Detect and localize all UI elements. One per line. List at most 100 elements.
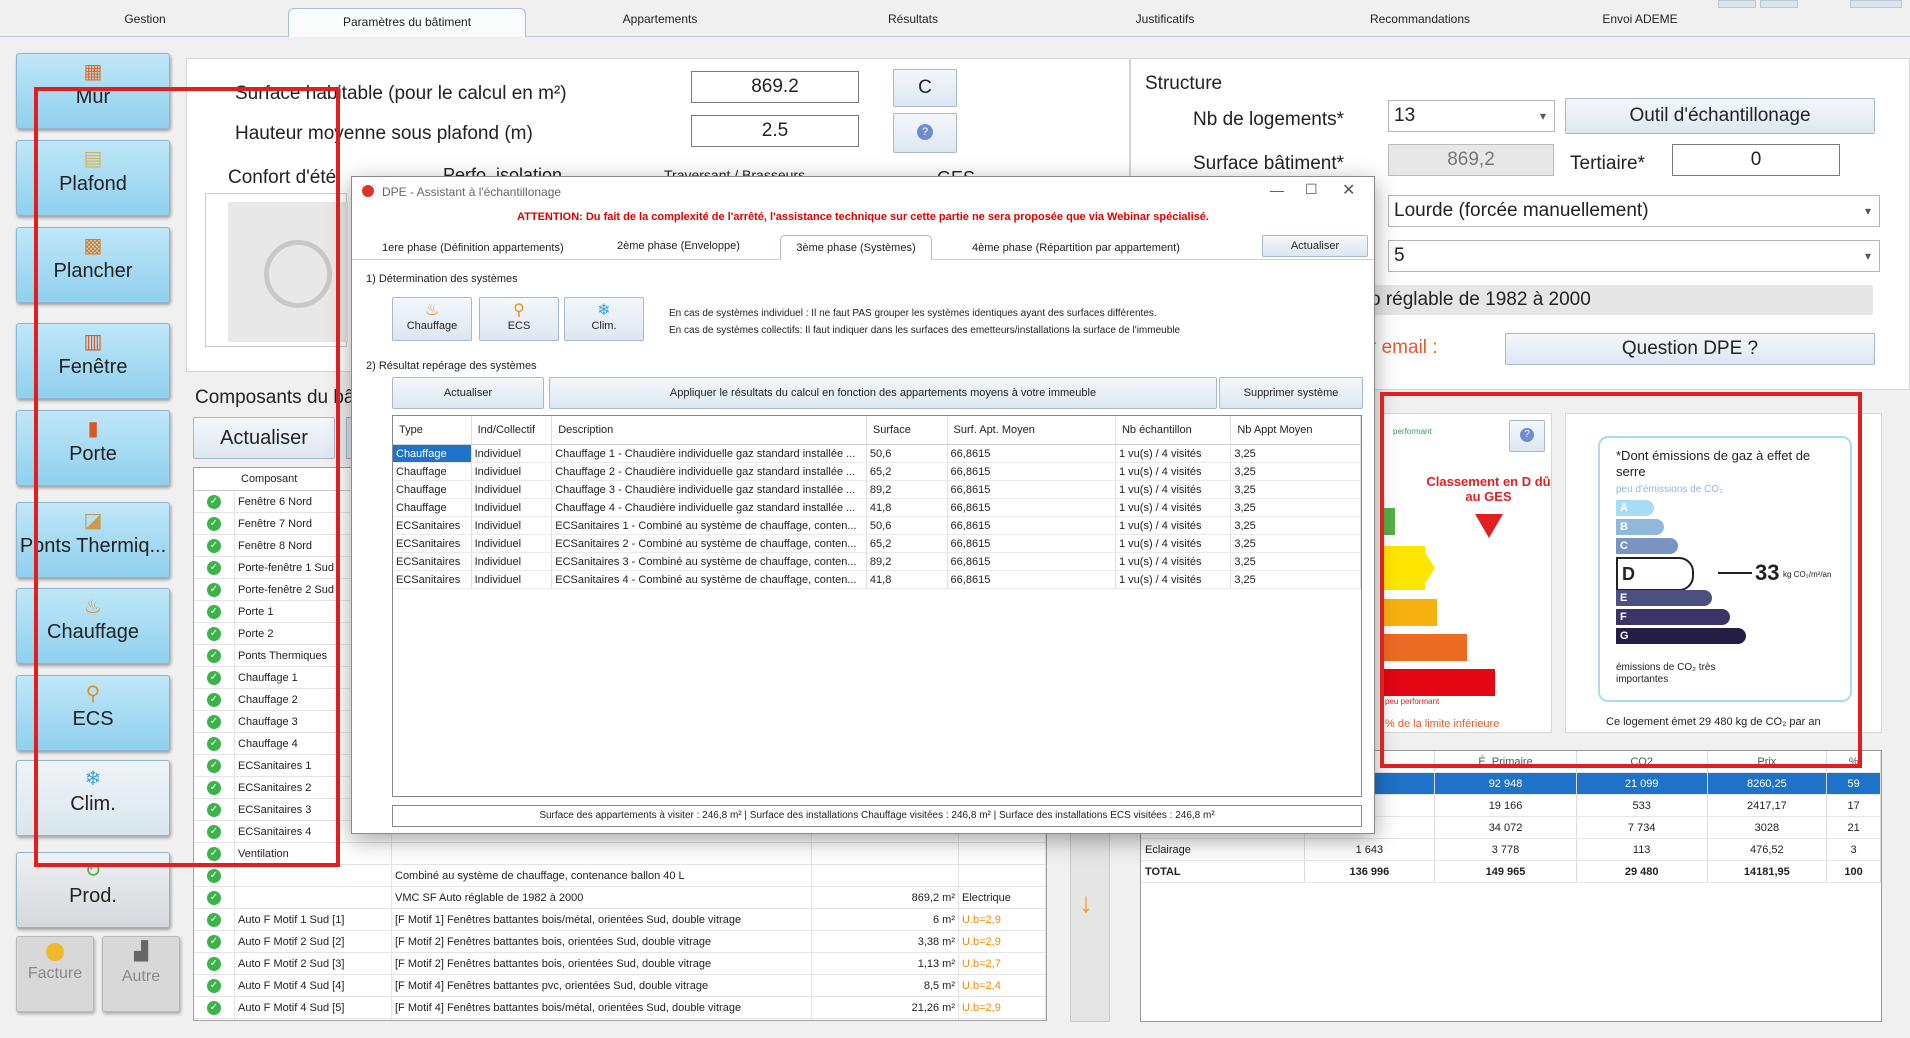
energy-help-button[interactable]: ?: [1509, 420, 1545, 452]
systems-row[interactable]: ECSanitaires Individuel ECSanitaires 1 - C…: [393, 516, 1361, 535]
prod-button[interactable]: ↻ Prod.: [16, 852, 170, 928]
energy-row[interactable]: TOTAL 136 996 149 965 29 480 14181,95 100: [1141, 860, 1881, 883]
energy-bar-d-arrow: [1421, 546, 1435, 590]
ecs-button[interactable]: ⚲ ECS: [16, 675, 170, 751]
chevron-down-icon: ▾: [1864, 204, 1871, 218]
note-individuel: En cas de systèmes individuel : Il ne fa…: [669, 308, 1157, 319]
nb-logements-select[interactable]: 13 ▾: [1388, 100, 1555, 132]
mur-button[interactable]: ▦ Mur: [16, 53, 170, 129]
minimize-icon[interactable]: —: [1270, 182, 1284, 198]
ges-bar-f: F: [1616, 609, 1730, 625]
systems-row[interactable]: Chauffage Individuel Chauffage 4 - Chaudiè…: [393, 498, 1361, 517]
tab-scroll-left[interactable]: [1718, 0, 1756, 8]
systems-grid: Type Ind/Collectif Description Surface Surf.…: [392, 415, 1362, 797]
dialog-tab-phase2[interactable]: 2ème phase (Enveloppe): [617, 240, 740, 252]
systems-row[interactable]: Chauffage Individuel Chauffage 3 - Chaudiè…: [393, 480, 1361, 499]
systems-row[interactable]: ECSanitaires Individuel ECSanitaires 2 - C…: [393, 534, 1361, 553]
help-button[interactable]: ?: [893, 113, 957, 153]
floor-icon: ▩: [83, 235, 103, 257]
ges-title: *Dont émissions de gaz à effet de serre: [1616, 448, 1811, 479]
question-dpe-button[interactable]: Question DPE ?: [1505, 333, 1875, 365]
dialog-clim-button[interactable]: ❄ Clim.: [564, 297, 644, 341]
tab-appartements[interactable]: Appartements: [600, 12, 720, 26]
porte-button[interactable]: ▮ Porte: [16, 410, 170, 486]
dialog-tab-phase1[interactable]: 1ere phase (Définition appartements): [382, 242, 564, 254]
outil-echantillonage-button[interactable]: Outil d'échantillonage: [1565, 98, 1875, 134]
tab-envoi-ademe[interactable]: Envoi ADEME: [1590, 12, 1690, 26]
tertiaire-input[interactable]: 0: [1672, 144, 1840, 176]
table-row[interactable]: ✓ Combiné au système de chauffage, conten…: [194, 864, 1046, 887]
chauffage-button[interactable]: ♨ Chauffage: [16, 588, 170, 664]
table-row[interactable]: ✓Auto F Motif 1 Est [6][F Motif 1] Fenêt…: [194, 1018, 1046, 1020]
close-icon[interactable]: ✕: [1342, 180, 1355, 200]
check-icon: ✓: [207, 494, 221, 509]
table-row[interactable]: ✓ Auto F Motif 2 Sud [2] [F Motif 2] Fenêt…: [194, 930, 1046, 953]
thermal-bridge-icon: ◪: [83, 510, 103, 532]
tab-justificatifs[interactable]: Justificatifs: [1120, 12, 1210, 26]
ges-label-panel: *Dont émissions de gaz à effet de serre …: [1565, 413, 1882, 733]
heater-icon: ♨: [84, 596, 102, 618]
table-row[interactable]: ✓ Auto F Motif 4 Sud [5] [F Motif 4] Fenêt…: [194, 996, 1046, 1019]
check-icon: ✓: [207, 956, 221, 971]
autre-button[interactable]: ▟ Autre: [102, 936, 180, 1012]
down-triangle-icon: [1475, 514, 1503, 538]
check-icon: ✓: [207, 1000, 221, 1015]
production-icon: ↻: [84, 860, 102, 882]
inertie-select[interactable]: Lourde (forcée manuellement) ▾: [1388, 195, 1880, 227]
check-icon: ✓: [207, 824, 221, 839]
faucet-icon: ⚲: [85, 683, 101, 705]
energy-row[interactable]: Eclairage 1 643 3 778 113 476,52 3: [1141, 838, 1881, 861]
check-icon: ✓: [207, 692, 221, 707]
surface-habitable-input[interactable]: 869.2: [691, 71, 859, 103]
recalculate-c-button[interactable]: C: [893, 69, 957, 107]
dialog-chauffage-button[interactable]: ♨ Chauffage: [392, 297, 472, 341]
app-logo-icon: [362, 185, 374, 197]
plafond-button[interactable]: ▤ Plafond: [16, 140, 170, 216]
clim-button[interactable]: ❄ Clim.: [16, 760, 170, 836]
tab-resultats[interactable]: Résultats: [868, 12, 958, 26]
check-icon: ✓: [207, 802, 221, 817]
wall-icon: ▦: [83, 61, 103, 83]
supprimer-systeme-button[interactable]: Supprimer système: [1219, 377, 1363, 409]
check-icon: ✓: [207, 714, 221, 729]
systems-row[interactable]: ECSanitaires Individuel ECSanitaires 4 - C…: [393, 570, 1361, 589]
hauteur-input[interactable]: 2.5: [691, 115, 859, 147]
dialog-actualiser-button[interactable]: Actualiser: [392, 377, 544, 409]
tab-scroll-right[interactable]: [1850, 0, 1902, 8]
fenetre-button[interactable]: ▥ Fenêtre: [16, 323, 170, 399]
composants-actualiser-button[interactable]: Actualiser: [193, 417, 335, 459]
hauteur-label: Hauteur moyenne sous plafond (m): [235, 123, 533, 144]
plancher-button[interactable]: ▩ Plancher: [16, 227, 170, 303]
table-row[interactable]: ✓ Auto F Motif 2 Sud [3] [F Motif 2] Fenêt…: [194, 952, 1046, 975]
facture-button[interactable]: Facture: [16, 936, 94, 1012]
table-row[interactable]: ✓ VMC SF Auto réglable de 1982 à 2000 869,…: [194, 886, 1046, 909]
check-icon: ✓: [207, 934, 221, 949]
check-icon: ✓: [207, 648, 221, 663]
table-row[interactable]: ✓ Auto F Motif 4 Sud [4] [F Motif 4] Fenêt…: [194, 974, 1046, 997]
faucet-icon: ⚲: [513, 302, 525, 319]
composant-name: Ventilation: [234, 842, 392, 865]
systems-row[interactable]: Chauffage Individuel Chauffage 2 - Chaudiè…: [393, 462, 1361, 481]
down-arrow-icon[interactable]: ↓: [1079, 887, 1093, 919]
ges-pointer-line: [1718, 572, 1752, 574]
dialog-ecs-button[interactable]: ⚲ ECS: [479, 297, 559, 341]
appliquer-resultats-button[interactable]: Appliquer le résultats du calcul en fonc…: [549, 377, 1217, 409]
tab-parametres-batiment[interactable]: Paramètres du bâtiment: [288, 8, 526, 37]
dialog-tab-phase3[interactable]: 3ème phase (Systèmes): [780, 235, 932, 260]
dialog-tab-phase4[interactable]: 4ème phase (Répartition par appartement): [972, 242, 1180, 254]
table-row[interactable]: ✓ Ventilation: [194, 842, 1046, 865]
confort-box: [205, 193, 348, 347]
systems-row[interactable]: ECSanitaires Individuel ECSanitaires 3 - C…: [393, 552, 1361, 571]
check-icon: ✓: [207, 670, 221, 685]
coin-icon: [46, 943, 64, 961]
systems-row[interactable]: Chauffage Individuel Chauffage 1 - Chaudiè…: [393, 444, 1361, 463]
structure-select-2[interactable]: 5 ▾: [1388, 240, 1880, 272]
table-row[interactable]: ✓ Auto F Motif 1 Sud [1] [F Motif 1] Fenêt…: [194, 908, 1046, 931]
maximize-icon[interactable]: ☐: [1305, 181, 1318, 198]
tab-recommandations[interactable]: Recommandations: [1360, 12, 1480, 26]
check-icon: ✓: [207, 736, 221, 751]
tab-scroll-mid[interactable]: [1760, 0, 1798, 8]
tab-gestion[interactable]: Gestion: [100, 12, 190, 26]
dialog-actualiser-top-button[interactable]: Actualiser: [1262, 235, 1368, 257]
ponts-thermiques-button[interactable]: ◪ Ponts Thermiq...: [16, 502, 170, 578]
